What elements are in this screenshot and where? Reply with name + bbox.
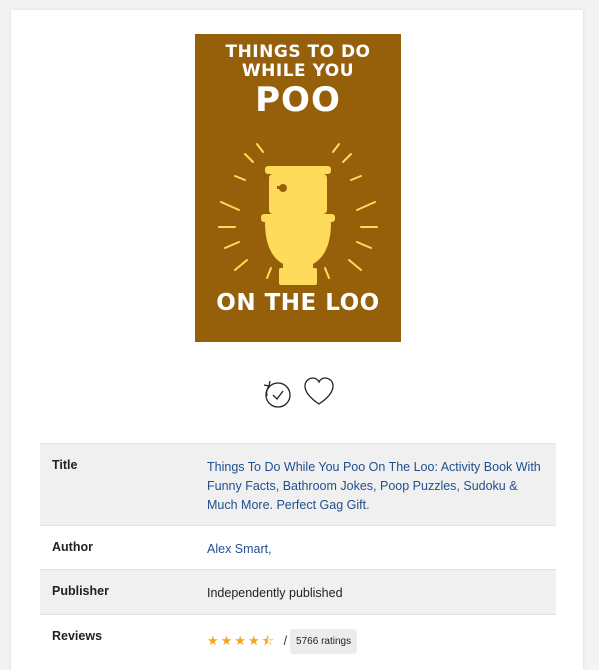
star-icon: ★: [207, 632, 221, 648]
title-label: Title: [52, 458, 78, 472]
ratings-count-badge[interactable]: 5766 ratings: [290, 629, 358, 654]
publisher-label: Publisher: [52, 584, 109, 598]
star-icon: ★: [247, 632, 262, 648]
history-icon[interactable]: [259, 376, 293, 410]
cover-title-line-1: THINGS TO DO: [225, 42, 371, 62]
details-row-publisher: Publisher Independently published: [40, 569, 556, 615]
cover-title-line-4: ON THE LOO: [216, 290, 380, 316]
heart-icon[interactable]: [303, 376, 335, 408]
half-star-icon: ⯪: [261, 632, 276, 648]
book-details-table: Title Things To Do While You Poo On The …: [40, 443, 556, 659]
star-icon: ★: [220, 632, 235, 648]
cover-title-line-2: WHILE YOU: [241, 61, 355, 81]
cover-title-line-3: POO: [255, 80, 341, 120]
details-row-reviews: Reviews ★★★★⯪ /5766 ratings: [40, 614, 556, 660]
star-rating: ★★★★⯪: [207, 633, 282, 648]
author-link[interactable]: Alex Smart,: [207, 542, 272, 556]
book-title-link[interactable]: Things To Do While You Poo On The Loo: A…: [207, 460, 541, 512]
details-row-author: Author Alex Smart,: [40, 525, 556, 570]
star-icon: ★: [234, 632, 248, 648]
toilet-illustration: [218, 143, 378, 285]
book-actions: [11, 374, 583, 410]
reviews-label: Reviews: [52, 629, 103, 643]
rating-separator: /: [283, 633, 288, 648]
publisher-value: Independently published: [207, 586, 343, 600]
details-row-title: Title Things To Do While You Poo On The …: [40, 443, 556, 526]
book-cover[interactable]: THINGS TO DO WHILE YOU POO ON THE LOO: [195, 34, 401, 342]
book-detail-card: THINGS TO DO WHILE YOU POO ON THE LOO Ti…: [11, 10, 583, 670]
author-label: Author: [52, 540, 93, 554]
